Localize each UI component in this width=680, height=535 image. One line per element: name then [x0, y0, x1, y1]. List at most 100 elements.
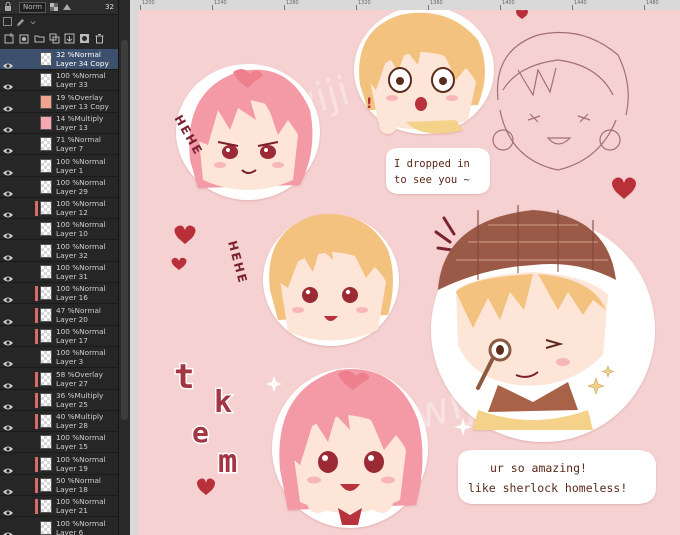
clipping-indicator [35, 328, 38, 344]
trash-icon[interactable] [93, 32, 105, 44]
eye-icon[interactable] [3, 119, 13, 133]
layer-row[interactable]: 14 %Multiply Layer 13 [0, 113, 118, 134]
reference-layer-icon[interactable] [62, 2, 72, 12]
layer-name: Layer 31 [56, 272, 88, 281]
layer-row[interactable]: 100 %Normal Layer 33 [0, 70, 118, 92]
eye-icon[interactable] [3, 332, 13, 346]
eye-icon[interactable] [3, 140, 13, 154]
speech-bubble-top: I dropped in to see you ~ [386, 148, 490, 194]
layer-lock-slot[interactable] [20, 332, 28, 340]
layer-lock-slot[interactable] [20, 76, 28, 84]
eye-icon[interactable] [3, 76, 13, 90]
layer-row[interactable]: 36 %Multiply Layer 25 [0, 390, 118, 411]
layer-row[interactable]: 100 %Normal Layer 21 [0, 496, 118, 518]
merge-down-icon[interactable] [63, 32, 75, 44]
layer-row[interactable]: 100 %Normal Layer 10 [0, 219, 118, 241]
layer-row[interactable]: 71 %Normal Layer 7 [0, 134, 118, 156]
layer-color-swatch[interactable] [3, 17, 12, 26]
layer-row[interactable]: 40 %Multiply Layer 28 [0, 411, 118, 433]
lock-transparency-icon[interactable] [49, 2, 59, 12]
layer-name: Layer 12 [56, 208, 88, 218]
lock-icon[interactable] [3, 2, 13, 12]
layer-row[interactable]: 100 %Normal Layer 29 [0, 177, 118, 198]
layer-lock-slot[interactable] [20, 438, 28, 446]
eye-icon[interactable] [3, 481, 13, 495]
layer-lock-slot[interactable] [20, 289, 28, 297]
layer-lock-slot[interactable] [20, 225, 28, 233]
layer-thumbnail [40, 392, 52, 407]
layer-lock-slot[interactable] [20, 481, 28, 489]
eye-icon[interactable] [3, 311, 13, 325]
layer-row[interactable]: 100 %Normal Layer 1 [0, 156, 118, 177]
eye-icon[interactable] [3, 183, 13, 197]
eye-icon[interactable] [3, 55, 13, 69]
eye-icon[interactable] [3, 162, 13, 175]
eye-icon[interactable] [3, 438, 13, 452]
eye-icon[interactable] [3, 353, 13, 367]
layer-lock-slot[interactable] [20, 524, 28, 532]
layer-row[interactable]: 100 %Normal Layer 16 [0, 283, 118, 305]
layer-row[interactable]: 47 %Normal Layer 20 [0, 305, 118, 326]
layer-row[interactable]: 100 %Normal Layer 6 [0, 518, 118, 535]
layer-lock-slot[interactable] [20, 183, 28, 191]
eye-icon[interactable] [3, 268, 13, 282]
eye-icon[interactable] [3, 98, 13, 112]
layer-lock-slot[interactable] [20, 460, 28, 468]
clipping-indicator [35, 478, 38, 493]
new-vector-layer-icon[interactable] [18, 32, 30, 44]
layer-lock-slot[interactable] [20, 396, 28, 404]
layer-row[interactable]: 100 %Normal Layer 15 [0, 432, 118, 454]
eye-icon[interactable] [3, 204, 13, 218]
layer-lock-slot[interactable] [20, 247, 28, 255]
layer-lock-slot[interactable] [20, 204, 28, 212]
canvas[interactable]: wiji wiji wiji HEHE ! [138, 10, 680, 535]
layer-lock-slot[interactable] [20, 55, 28, 63]
eye-icon[interactable] [3, 502, 13, 516]
eye-icon[interactable] [3, 417, 13, 431]
layer-name: Layer 7 [56, 144, 84, 154]
new-raster-layer-icon[interactable] [3, 32, 15, 44]
layer-lock-slot[interactable] [20, 417, 28, 425]
eye-icon[interactable] [3, 247, 13, 261]
layer-lock-slot[interactable] [20, 119, 28, 127]
opacity-value[interactable]: 32 [105, 3, 114, 11]
layer-lock-slot[interactable] [20, 375, 28, 383]
layer-row[interactable]: 100 %Normal Layer 3 [0, 347, 118, 369]
layer-row[interactable]: 100 %Normal Layer 17 [0, 326, 118, 347]
scrollbar-thumb[interactable] [121, 40, 128, 420]
eye-icon[interactable] [3, 375, 13, 388]
blend-mode-select[interactable]: Norm [19, 1, 47, 13]
layer-thumbnail [40, 137, 52, 152]
layer-lock-slot[interactable] [20, 502, 28, 510]
layer-row[interactable]: 19 %Overlay Layer 13 Copy [0, 92, 118, 113]
layer-lock-slot[interactable] [20, 140, 28, 148]
layer-blend-opacity: 100 %Normal [56, 454, 106, 464]
layer-thumbnail [40, 73, 52, 88]
new-folder-icon[interactable] [33, 32, 45, 44]
layer-lock-slot[interactable] [20, 311, 28, 319]
layer-row[interactable]: 50 %Normal Layer 18 [0, 475, 118, 496]
clipping-indicator [35, 414, 38, 430]
layer-blend-opacity: 100 %Normal [56, 156, 106, 166]
layer-lock-slot[interactable] [20, 353, 28, 361]
layer-row[interactable]: 100 %Normal Layer 19 [0, 454, 118, 475]
layer-row[interactable]: 100 %Normal Layer 32 [0, 241, 118, 262]
eye-icon[interactable] [3, 460, 13, 474]
ruler-tick-label: 1480 [646, 0, 659, 6]
clipping-indicator [35, 456, 38, 472]
layer-blend-opacity: 100 %Normal [56, 518, 106, 528]
eye-icon[interactable] [3, 289, 13, 303]
layer-mask-icon[interactable] [78, 32, 90, 44]
layer-lock-slot[interactable] [20, 268, 28, 276]
layer-row[interactable]: 100 %Normal Layer 31 [0, 262, 118, 283]
eye-icon[interactable] [3, 225, 13, 239]
layer-row[interactable]: 58 %Overlay Layer 27 [0, 369, 118, 390]
eye-icon[interactable] [3, 396, 13, 410]
eye-icon[interactable] [3, 524, 13, 535]
layer-lock-slot[interactable] [20, 162, 28, 170]
layer-row[interactable]: 100 %Normal Layer 12 [0, 198, 118, 220]
copy-layer-icon[interactable] [48, 32, 60, 44]
layer-blend-opacity: 100 %Normal [56, 220, 106, 230]
layer-row[interactable]: 32 %Normal Layer 34 Copy [0, 49, 118, 70]
layer-lock-slot[interactable] [20, 98, 28, 106]
